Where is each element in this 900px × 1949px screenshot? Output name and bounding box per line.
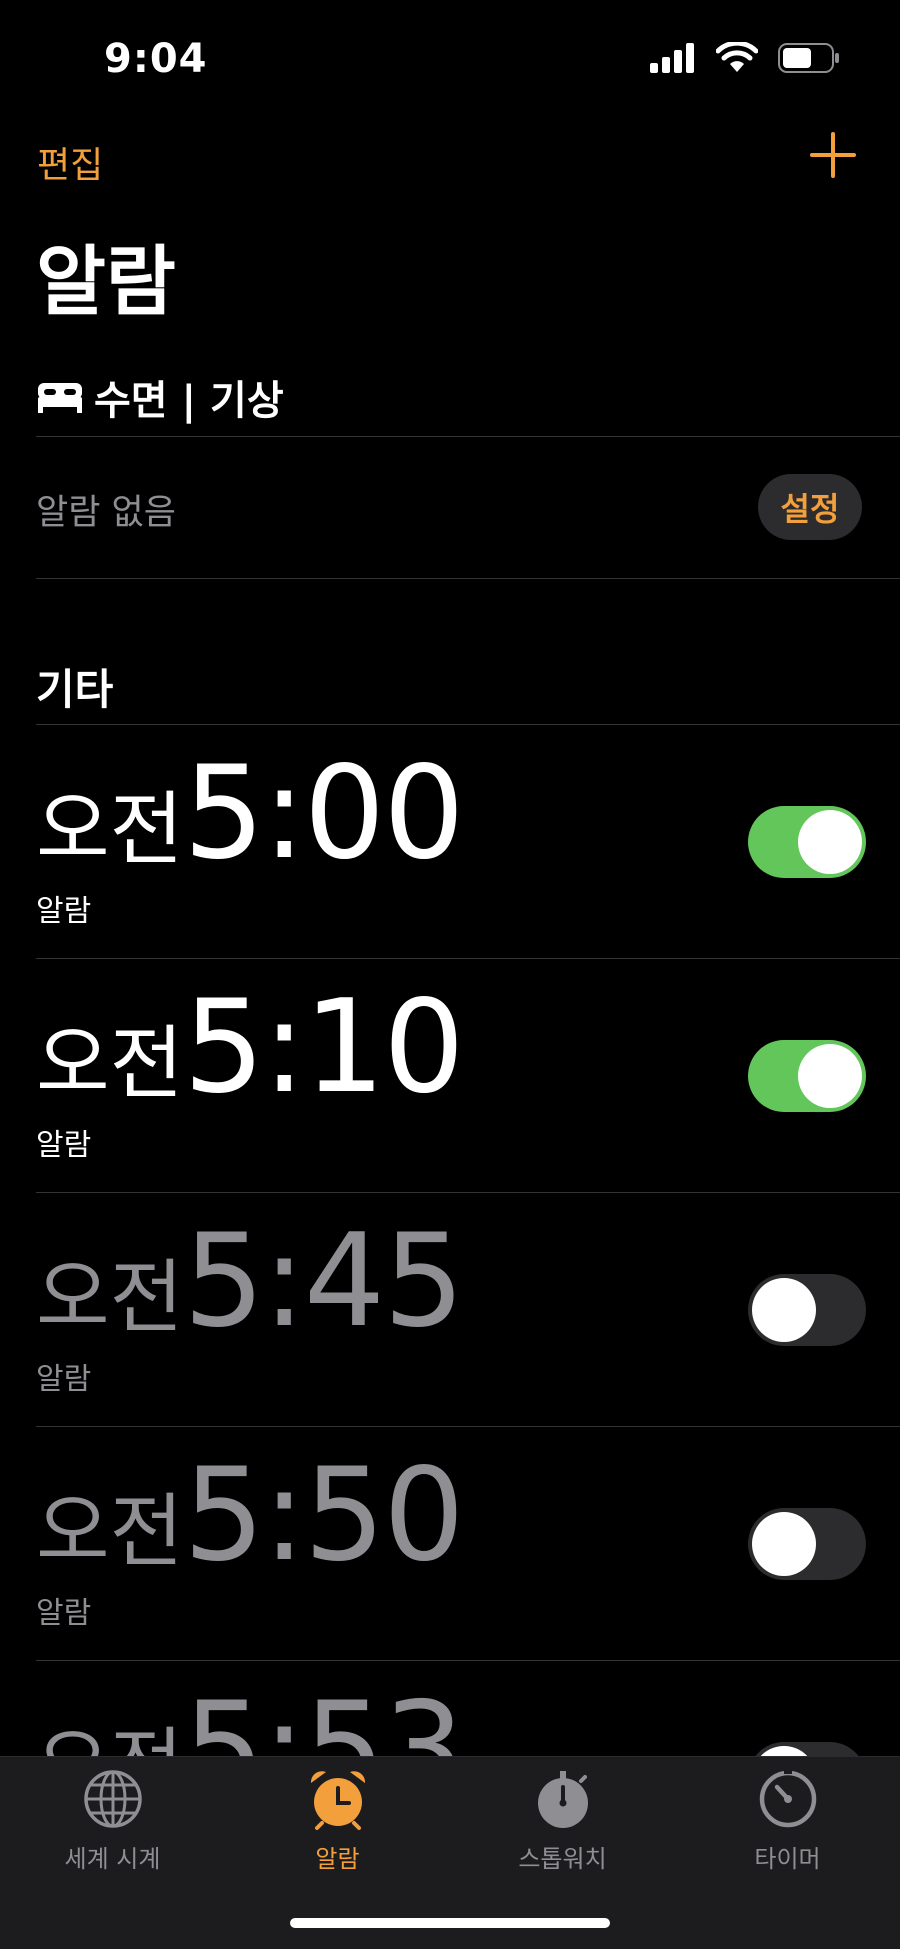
- alarm-toggle[interactable]: [748, 1040, 866, 1112]
- alarm-clock-icon: [310, 1771, 365, 1830]
- home-indicator[interactable]: [290, 1918, 610, 1928]
- add-alarm-icon[interactable]: [808, 130, 858, 180]
- alarm-row[interactable]: 오전 5:45 알람: [0, 1194, 900, 1428]
- divider: [36, 958, 900, 959]
- toggle-knob: [798, 810, 862, 874]
- tab-label: 알람: [315, 1845, 360, 1873]
- alarm-toggle[interactable]: [748, 1508, 866, 1580]
- tab-timer[interactable]: 타이머: [675, 1767, 900, 1874]
- divider: [36, 724, 900, 725]
- status-time: 9:04: [104, 36, 208, 82]
- alarm-clock-time: 5:45: [183, 1207, 464, 1356]
- tab-alarm[interactable]: 알람: [225, 1767, 450, 1874]
- toggle-knob: [798, 1044, 862, 1108]
- tab-label: 타이머: [754, 1845, 821, 1873]
- alarm-ampm: 오전: [36, 1251, 184, 1344]
- other-section-header: 기타: [36, 665, 114, 714]
- alarm-label: 알람: [36, 1362, 92, 1397]
- no-alarm-text: 알람 없음: [36, 493, 176, 533]
- divider: [36, 578, 900, 579]
- tab-stopwatch[interactable]: 스톱워치: [450, 1767, 675, 1874]
- alarm-ampm: 오전: [36, 1017, 184, 1110]
- edit-button[interactable]: 편집: [37, 136, 103, 188]
- alarm-row[interactable]: 오전 5:00 알람: [0, 726, 900, 960]
- set-sleep-button[interactable]: 설정: [758, 474, 862, 540]
- tab-world-clock[interactable]: 세계 시계: [0, 1767, 225, 1874]
- alarm-time: 오전 5:50: [36, 1441, 465, 1590]
- alarm-time: 오전 5:00: [36, 739, 465, 888]
- alarm-time: 오전 5:45: [36, 1207, 465, 1356]
- timer-icon: [759, 1768, 816, 1828]
- status-bar: 9:04: [0, 0, 900, 120]
- divider: [36, 1426, 900, 1427]
- status-icons: [650, 42, 840, 74]
- alarm-row[interactable]: 오전 5:10 알람: [0, 960, 900, 1194]
- tab-label: 세계 시계: [64, 1845, 161, 1873]
- tab-label: 스톱워치: [518, 1845, 607, 1873]
- globe-icon: [83, 1770, 142, 1828]
- alarm-clock-time: 5:50: [183, 1441, 464, 1590]
- toggle-knob: [752, 1278, 816, 1342]
- sleep-section-title: 수면 | 기상: [94, 378, 284, 424]
- bed-icon: [38, 383, 82, 413]
- sleep-section-header: 수면 | 기상: [36, 368, 284, 426]
- page-title: 알람: [36, 237, 176, 326]
- signal-icon: [650, 43, 694, 73]
- alarm-clock-time: 5:10: [183, 973, 464, 1122]
- alarm-ampm: 오전: [36, 1485, 184, 1578]
- battery-icon: [778, 43, 839, 73]
- alarm-label: 알람: [36, 1596, 92, 1631]
- alarm-clock-time: 5:00: [183, 739, 464, 888]
- navigation-bar: 편집: [0, 130, 900, 190]
- alarm-label: 알람: [36, 1128, 92, 1163]
- stopwatch-icon: [537, 1771, 588, 1828]
- alarm-ampm: 오전: [36, 783, 184, 876]
- alarm-label: 알람: [36, 894, 92, 929]
- divider: [36, 1660, 900, 1661]
- alarm-toggle[interactable]: [748, 1274, 866, 1346]
- toggle-knob: [752, 1512, 816, 1576]
- alarm-row[interactable]: 오전 5:50 알람: [0, 1428, 900, 1662]
- alarm-toggle[interactable]: [748, 806, 866, 878]
- alarm-time: 오전 5:10: [36, 973, 465, 1122]
- divider: [36, 436, 900, 437]
- divider: [36, 1192, 900, 1193]
- wifi-icon: [716, 42, 758, 72]
